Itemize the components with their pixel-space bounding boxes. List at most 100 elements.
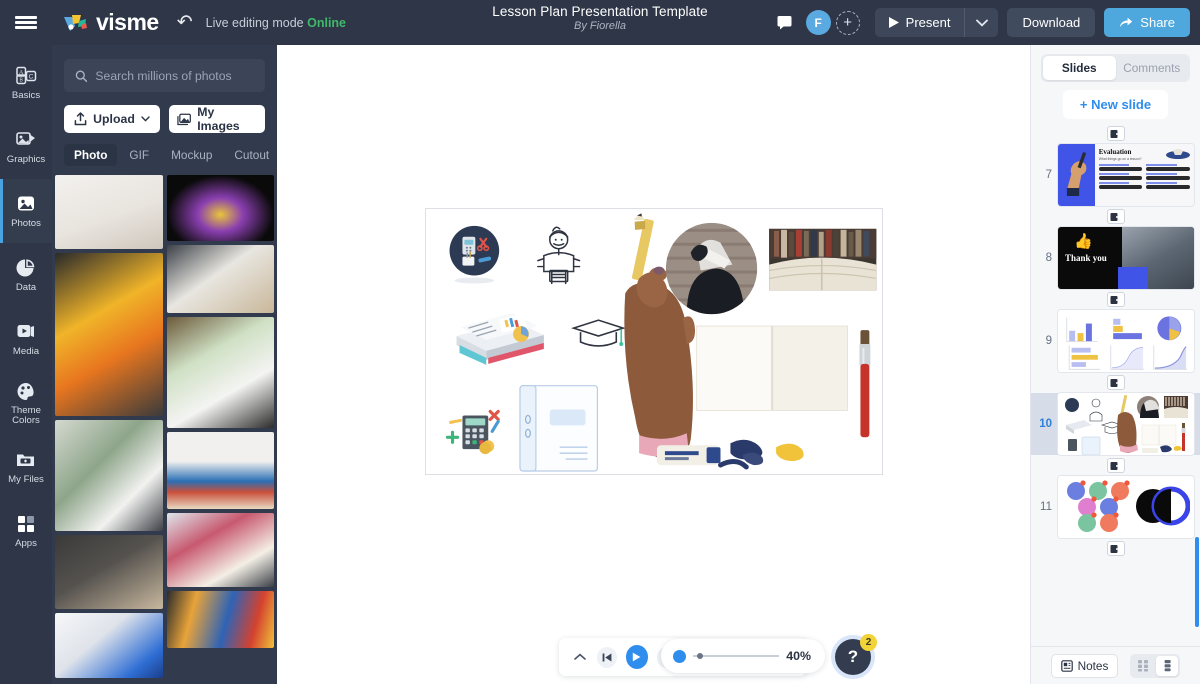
slide-thumbnail[interactable] bbox=[1058, 476, 1194, 538]
photo-thumbnail[interactable] bbox=[55, 535, 163, 609]
share-arrow-icon bbox=[1119, 17, 1133, 29]
slide-transition-icon[interactable] bbox=[1107, 209, 1125, 224]
brand-logo[interactable]: visme ↶ bbox=[62, 9, 193, 36]
grid-view-icon[interactable] bbox=[1132, 656, 1154, 676]
photo-thumbnail[interactable] bbox=[167, 432, 275, 509]
photo-results-grid bbox=[52, 175, 277, 684]
photo-column-left bbox=[52, 175, 163, 684]
graphics-icon bbox=[14, 129, 38, 151]
download-label: Download bbox=[1022, 15, 1080, 30]
slide-transition-icon[interactable] bbox=[1107, 292, 1125, 307]
tab-slides[interactable]: Slides bbox=[1043, 56, 1116, 80]
rail-item-photos[interactable]: Photos bbox=[0, 179, 52, 243]
tab-gif[interactable]: GIF bbox=[119, 144, 159, 166]
slide-transition-icon[interactable] bbox=[1107, 375, 1125, 390]
help-icon: ? bbox=[848, 647, 858, 667]
live-editing-status: Live editing mode Online bbox=[206, 16, 346, 30]
rail-label-apps: Apps bbox=[15, 539, 37, 549]
visme-logo-icon bbox=[62, 13, 88, 33]
list-item[interactable]: 8 👍 Thank you bbox=[1031, 227, 1200, 289]
mini-area-chart bbox=[1149, 343, 1190, 373]
slide-transition-icon[interactable] bbox=[1107, 126, 1125, 141]
notes-label: Notes bbox=[1078, 659, 1109, 673]
photos-panel: Upload My Images Photo GIF Mockup Cutout bbox=[52, 45, 277, 684]
avatar[interactable]: F bbox=[806, 10, 831, 35]
rail-item-media[interactable]: Media bbox=[0, 307, 52, 371]
search-icon bbox=[75, 69, 87, 83]
slide-number: 9 bbox=[1037, 335, 1052, 347]
present-dropdown-button[interactable] bbox=[964, 8, 998, 37]
slide-thumbnail-selected[interactable] bbox=[1058, 393, 1194, 455]
download-button[interactable]: Download bbox=[1007, 8, 1095, 37]
palette-icon bbox=[14, 380, 38, 402]
comment-icon[interactable] bbox=[773, 11, 797, 35]
share-button[interactable]: Share bbox=[1104, 8, 1190, 37]
slide-transition-icon[interactable] bbox=[1107, 541, 1125, 556]
photo-thumbnail[interactable] bbox=[55, 420, 163, 531]
upload-label: Upload bbox=[93, 112, 135, 126]
rail-label-my-files: My Files bbox=[8, 475, 44, 485]
zoom-slider-track[interactable] bbox=[693, 655, 779, 657]
thumbnail-artwork bbox=[1058, 476, 1190, 538]
photo-thumbnail[interactable] bbox=[55, 613, 163, 678]
tab-comments[interactable]: Comments bbox=[1116, 56, 1189, 80]
skip-previous-icon[interactable] bbox=[597, 647, 617, 668]
photo-thumbnail[interactable] bbox=[167, 245, 275, 313]
my-images-button[interactable]: My Images bbox=[169, 105, 265, 133]
canvas-area[interactable]: 00:10:34 ✕ 40% ? 2 bbox=[277, 45, 1030, 684]
rail-item-theme-colors[interactable]: Theme Colors bbox=[0, 371, 52, 435]
slides-scrollbar[interactable] bbox=[1195, 537, 1199, 627]
new-slide-button[interactable]: + New slide bbox=[1063, 90, 1168, 119]
share-label: Share bbox=[1140, 15, 1175, 30]
search-box[interactable] bbox=[64, 59, 265, 92]
add-person-icon[interactable]: + bbox=[836, 11, 860, 35]
tab-mockup[interactable]: Mockup bbox=[161, 144, 222, 166]
list-item[interactable]: 11 bbox=[1031, 476, 1200, 538]
rail-item-my-files[interactable]: My Files bbox=[0, 435, 52, 499]
play-button[interactable] bbox=[626, 645, 648, 669]
list-item[interactable]: 9 bbox=[1031, 310, 1200, 372]
rail-item-basics[interactable]: A B C Basics bbox=[0, 51, 52, 115]
photo-column-right bbox=[167, 175, 278, 684]
zoom-slider-handle[interactable] bbox=[673, 650, 686, 663]
search-input[interactable] bbox=[95, 69, 254, 83]
rail-item-graphics[interactable]: Graphics bbox=[0, 115, 52, 179]
rail-item-data[interactable]: Data bbox=[0, 243, 52, 307]
help-button-wrap: ? 2 bbox=[835, 639, 871, 675]
photo-thumbnail[interactable] bbox=[55, 175, 163, 249]
slide-number: 10 bbox=[1037, 418, 1052, 430]
list-item[interactable]: 7 Evaluation bbox=[1031, 144, 1200, 206]
slide-thumbnail[interactable] bbox=[1058, 310, 1194, 372]
brand-name: visme bbox=[96, 9, 159, 36]
photos-icon bbox=[14, 193, 38, 215]
present-button[interactable]: Present bbox=[875, 8, 965, 37]
photo-thumbnail[interactable] bbox=[167, 513, 275, 587]
tab-photo[interactable]: Photo bbox=[64, 144, 117, 166]
photo-thumbnail[interactable] bbox=[167, 175, 275, 241]
media-icon bbox=[14, 321, 38, 343]
list-item-selected[interactable]: 10 bbox=[1031, 393, 1200, 455]
slide-canvas[interactable] bbox=[425, 208, 883, 475]
slide-number: 11 bbox=[1037, 501, 1052, 513]
photo-thumbnail[interactable] bbox=[167, 591, 275, 648]
rail-label-basics: Basics bbox=[12, 91, 40, 101]
basics-icon: A B C bbox=[14, 65, 38, 87]
rail-item-apps[interactable]: Apps bbox=[0, 499, 52, 563]
notes-button[interactable]: Notes bbox=[1051, 654, 1119, 678]
photo-thumbnail[interactable] bbox=[167, 317, 275, 428]
tab-cutout[interactable]: Cutout bbox=[224, 144, 277, 166]
slide-thumbnail[interactable]: Evaluation What things go on a lesson? bbox=[1058, 144, 1194, 206]
hamburger-icon[interactable] bbox=[0, 0, 52, 45]
live-mode-label: Live editing mode bbox=[206, 16, 304, 30]
list-view-icon[interactable] bbox=[1156, 656, 1178, 676]
undo-icon[interactable]: ↶ bbox=[177, 13, 193, 32]
slide-transition-icon[interactable] bbox=[1107, 458, 1125, 473]
photo-thumbnail[interactable] bbox=[55, 253, 163, 416]
slide-artwork bbox=[426, 209, 882, 474]
panel-button-row: Upload My Images bbox=[52, 92, 277, 133]
slides-list[interactable]: 7 Evaluation bbox=[1031, 119, 1200, 646]
chevron-up-icon[interactable] bbox=[572, 650, 588, 664]
slides-panel-tabs: Slides Comments bbox=[1041, 54, 1190, 82]
slide-thumbnail[interactable]: 👍 Thank you bbox=[1058, 227, 1194, 289]
upload-button[interactable]: Upload bbox=[64, 105, 160, 133]
